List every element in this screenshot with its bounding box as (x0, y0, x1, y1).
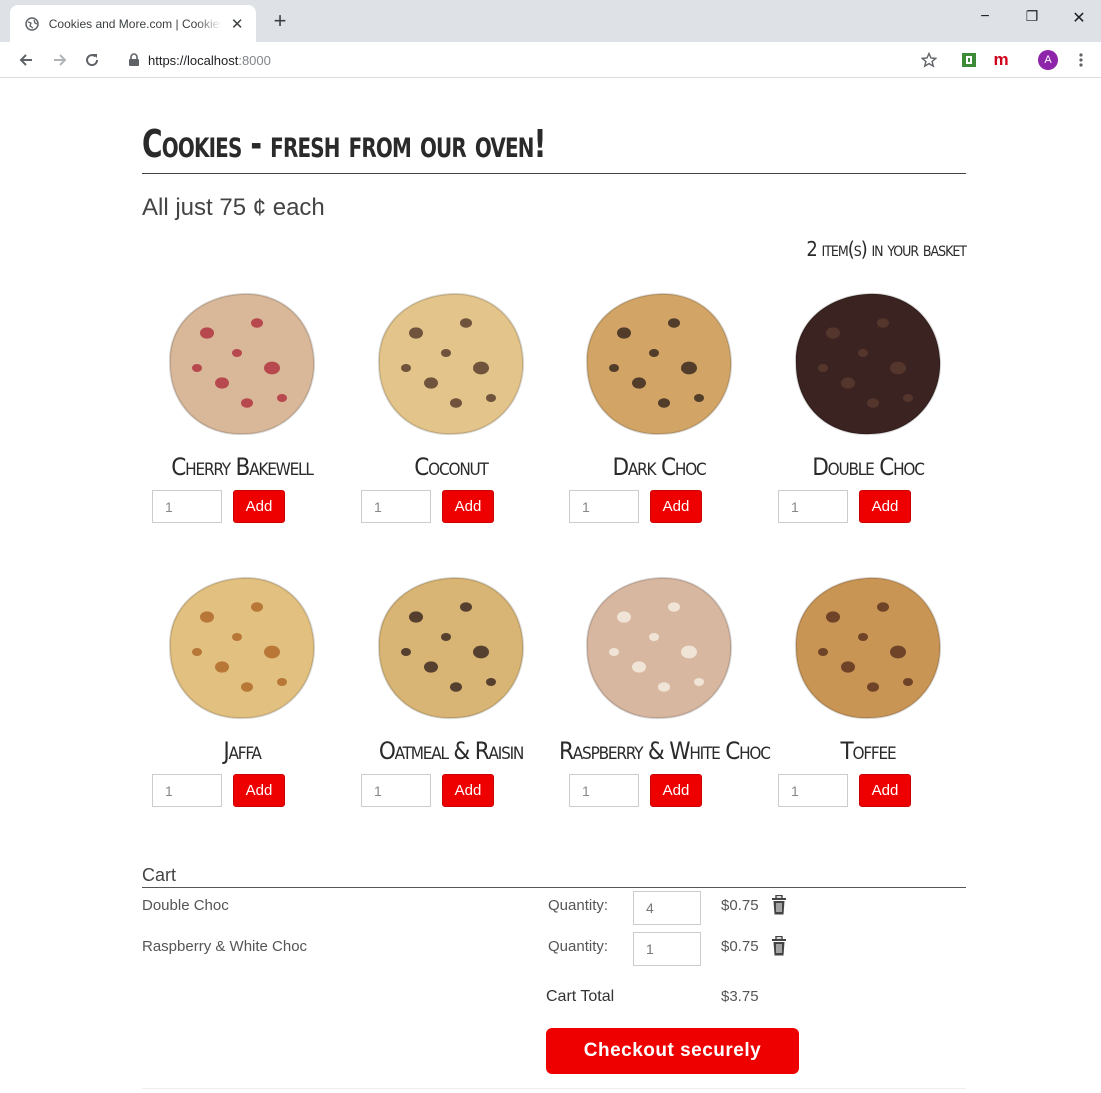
product-name: Dark Choc (612, 453, 706, 481)
bookmark-star-icon[interactable] (919, 50, 939, 70)
quantity-input[interactable] (152, 490, 222, 523)
forward-button[interactable] (48, 48, 72, 72)
cookie-image (377, 576, 525, 720)
add-to-cart-button[interactable]: Add (859, 490, 911, 523)
product-name: Raspberry & White Choc (559, 737, 771, 765)
product-card-toffee: Toffee Add (768, 572, 968, 812)
cookie-image (585, 292, 733, 436)
cart-heading: Cart (142, 865, 966, 888)
url-host: https://localhost (148, 52, 239, 68)
quantity-input[interactable] (361, 774, 431, 807)
cookie-image (585, 576, 733, 720)
product-card-raspberry-and-white-choc: Raspberry & White Choc Add (559, 572, 771, 812)
reload-button[interactable] (80, 48, 104, 72)
cookie-image (377, 292, 525, 436)
browser-toolbar: https://localhost:8000 m A (0, 42, 1101, 78)
cart-item-name: Double Choc (142, 897, 229, 914)
quantity-input[interactable] (152, 774, 222, 807)
checkout-button[interactable]: Checkout securely (546, 1028, 799, 1074)
quantity-label: Quantity: (548, 938, 609, 955)
quantity-input[interactable] (569, 490, 639, 523)
basket-status: 2 item(s) in your basket (806, 237, 967, 261)
cart-total-value: $3.75 (721, 988, 759, 1005)
cookie-image (168, 576, 316, 720)
product-name: Oatmeal & Raisin (378, 737, 524, 765)
product-name: Jaffa (223, 737, 262, 765)
add-to-cart-button[interactable]: Add (859, 774, 911, 807)
m-extension-icon[interactable]: m (991, 50, 1011, 70)
browser-tab[interactable]: Cookies and More.com | Cookies - fresh f… (10, 5, 256, 42)
cart-item-price: $0.75 (721, 938, 759, 955)
add-to-cart-button[interactable]: Add (233, 490, 285, 523)
add-to-cart-button[interactable]: Add (233, 774, 285, 807)
add-to-cart-button[interactable]: Add (650, 774, 702, 807)
profile-avatar[interactable]: A (1038, 50, 1058, 70)
address-bar[interactable]: https://localhost:8000 (114, 46, 952, 74)
close-window-button[interactable]: ✕ (1064, 8, 1094, 28)
globe-icon (24, 16, 40, 32)
kebab-menu-icon[interactable] (1071, 50, 1091, 70)
cart-row: Double Choc Quantity: $0.75 (142, 891, 966, 927)
minimize-button[interactable]: − (970, 8, 1000, 26)
arrow-left-icon (19, 54, 32, 66)
product-card-oatmeal-and-raisin: Oatmeal & Raisin Add (351, 572, 551, 812)
cart-item-price: $0.75 (721, 897, 759, 914)
add-to-cart-button[interactable]: Add (442, 490, 494, 523)
product-name: Cherry Bakewell (171, 453, 314, 481)
divider (142, 1088, 966, 1089)
add-to-cart-button[interactable]: Add (442, 774, 494, 807)
product-card-double-choc: Double Choc Add (768, 288, 968, 528)
trash-icon[interactable] (770, 936, 788, 956)
cookie-image (794, 292, 942, 436)
reload-icon (86, 54, 99, 67)
product-card-coconut: Coconut Add (351, 288, 551, 528)
page-title: Cookies - fresh from our oven! (142, 122, 967, 174)
product-card-jaffa: Jaffa Add (142, 572, 342, 812)
price-subtitle: All just 75 ¢ each (142, 194, 325, 221)
tab-title: Cookies and More.com | Cookies - fresh f… (48, 16, 223, 31)
cart-quantity-input[interactable] (633, 932, 701, 966)
product-name: Double Choc (812, 453, 925, 481)
tab-close-icon[interactable]: ✕ (228, 15, 246, 33)
quantity-input[interactable] (569, 774, 639, 807)
quantity-input[interactable] (778, 490, 848, 523)
lock-icon (129, 53, 139, 66)
product-card-dark-choc: Dark Choc Add (559, 288, 759, 528)
cart-item-name: Raspberry & White Choc (142, 938, 308, 955)
cookie-image (794, 576, 942, 720)
quantity-label: Quantity: (548, 897, 609, 914)
cart-quantity-input[interactable] (633, 891, 701, 925)
browser-tab-strip: Cookies and More.com | Cookies - fresh f… (0, 0, 1101, 42)
product-card-cherry-bakewell: Cherry Bakewell Add (142, 288, 342, 528)
add-to-cart-button[interactable]: Add (650, 490, 702, 523)
new-tab-button[interactable]: + (268, 10, 292, 34)
extension-icon[interactable] (959, 50, 979, 70)
trash-icon[interactable] (770, 895, 788, 915)
cookie-image (168, 292, 316, 436)
product-name: Toffee (840, 737, 897, 765)
back-button[interactable] (14, 48, 38, 72)
url-port: :8000 (238, 52, 271, 68)
quantity-input[interactable] (361, 490, 431, 523)
cart-row: Raspberry & White Choc Quantity: $0.75 (142, 932, 966, 968)
restore-button[interactable]: ❐ (1017, 8, 1047, 25)
cart-total-label: Cart Total (546, 988, 615, 1005)
quantity-input[interactable] (778, 774, 848, 807)
arrow-right-icon (54, 54, 67, 66)
product-name: Coconut (414, 453, 489, 481)
